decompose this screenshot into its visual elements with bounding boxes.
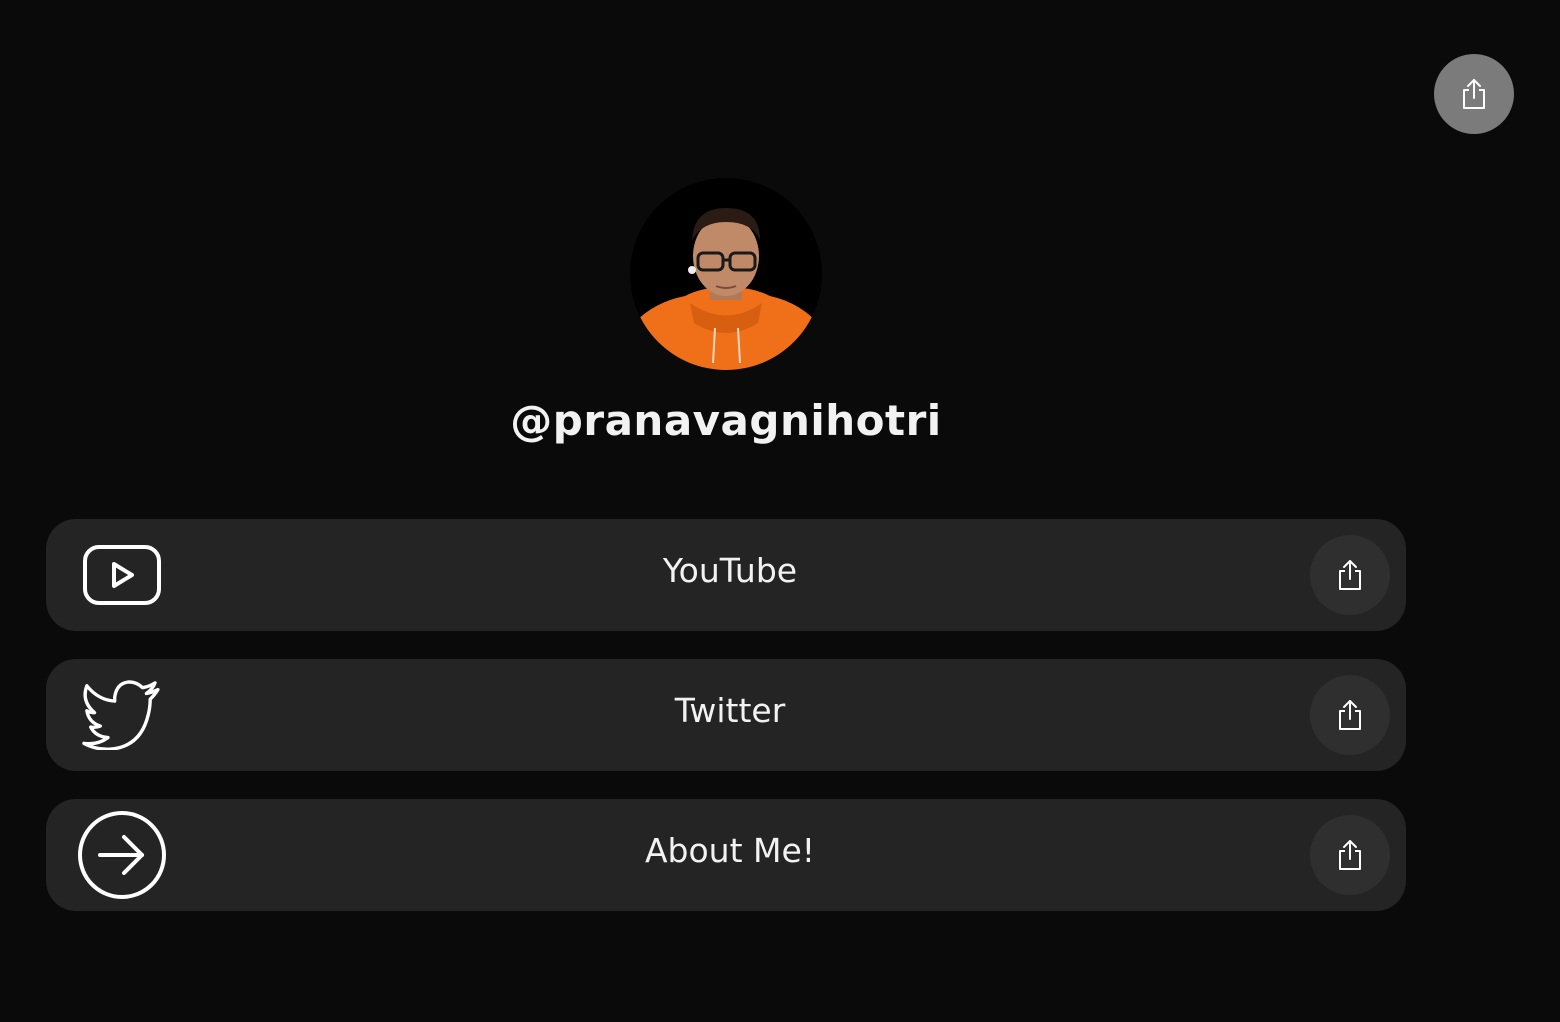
profile-share-button[interactable] [1434, 54, 1514, 134]
link-card-twitter[interactable]: Twitter [46, 659, 1406, 771]
arrow-right-circle-icon [78, 811, 166, 899]
profile-page: @pranavagnihotri YouTube Twitter About M… [0, 0, 1560, 1022]
avatar [630, 178, 822, 370]
share-button-youtube[interactable] [1310, 535, 1390, 615]
share-button-about-me[interactable] [1310, 815, 1390, 895]
link-label-youtube: YouTube [662, 551, 798, 590]
link-card-youtube[interactable]: YouTube [46, 519, 1406, 631]
link-icon-container [62, 659, 182, 771]
twitter-icon [82, 680, 160, 750]
share-icon [1463, 79, 1485, 109]
username: @pranavagnihotri [510, 396, 942, 445]
profile-photo [630, 178, 822, 370]
share-icon [1339, 560, 1361, 590]
link-label-about-me: About Me! [644, 831, 816, 870]
youtube-icon [83, 545, 161, 605]
share-icon [1339, 840, 1361, 870]
share-icon [1339, 700, 1361, 730]
link-label-twitter: Twitter [674, 691, 786, 730]
link-card-about-me[interactable]: About Me! [46, 799, 1406, 911]
link-icon-container [62, 799, 182, 911]
share-button-twitter[interactable] [1310, 675, 1390, 755]
link-icon-container [62, 519, 182, 631]
